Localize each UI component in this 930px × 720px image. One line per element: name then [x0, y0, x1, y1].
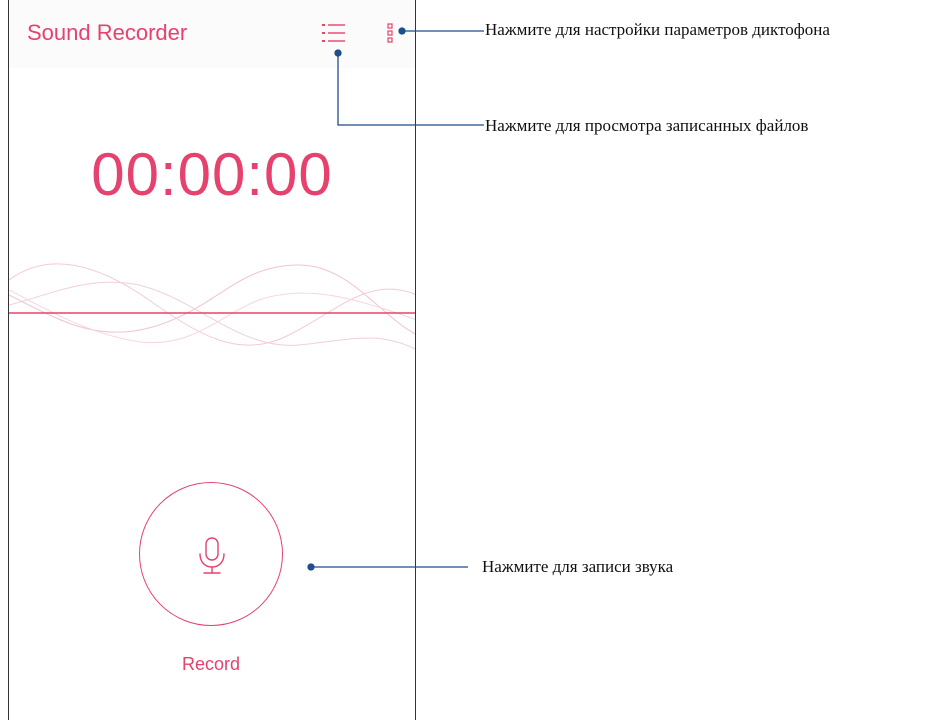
record-label: Record: [181, 654, 241, 674]
record-button[interactable]: [139, 482, 283, 626]
phone-screen: Sound Recorder 00:00:00 Record: [8, 0, 416, 720]
list-icon: [322, 24, 345, 42]
callout-settings: Нажмите для настройки параметров диктофо…: [485, 20, 830, 39]
settings-menu-button[interactable]: [385, 22, 397, 44]
waveform-visualizer: [9, 263, 415, 350]
callout-record: Нажмите для записи звука: [482, 557, 674, 576]
callout-files: Нажмите для просмотра записанных файлов: [485, 116, 809, 135]
elapsed-timer: 00:00:00: [91, 141, 333, 208]
more-vertical-icon: [387, 23, 393, 43]
app-bar: Sound Recorder: [9, 0, 415, 68]
microphone-icon: [199, 537, 225, 574]
app-title: Sound Recorder: [27, 20, 188, 45]
recordings-list-button[interactable]: [321, 22, 347, 44]
